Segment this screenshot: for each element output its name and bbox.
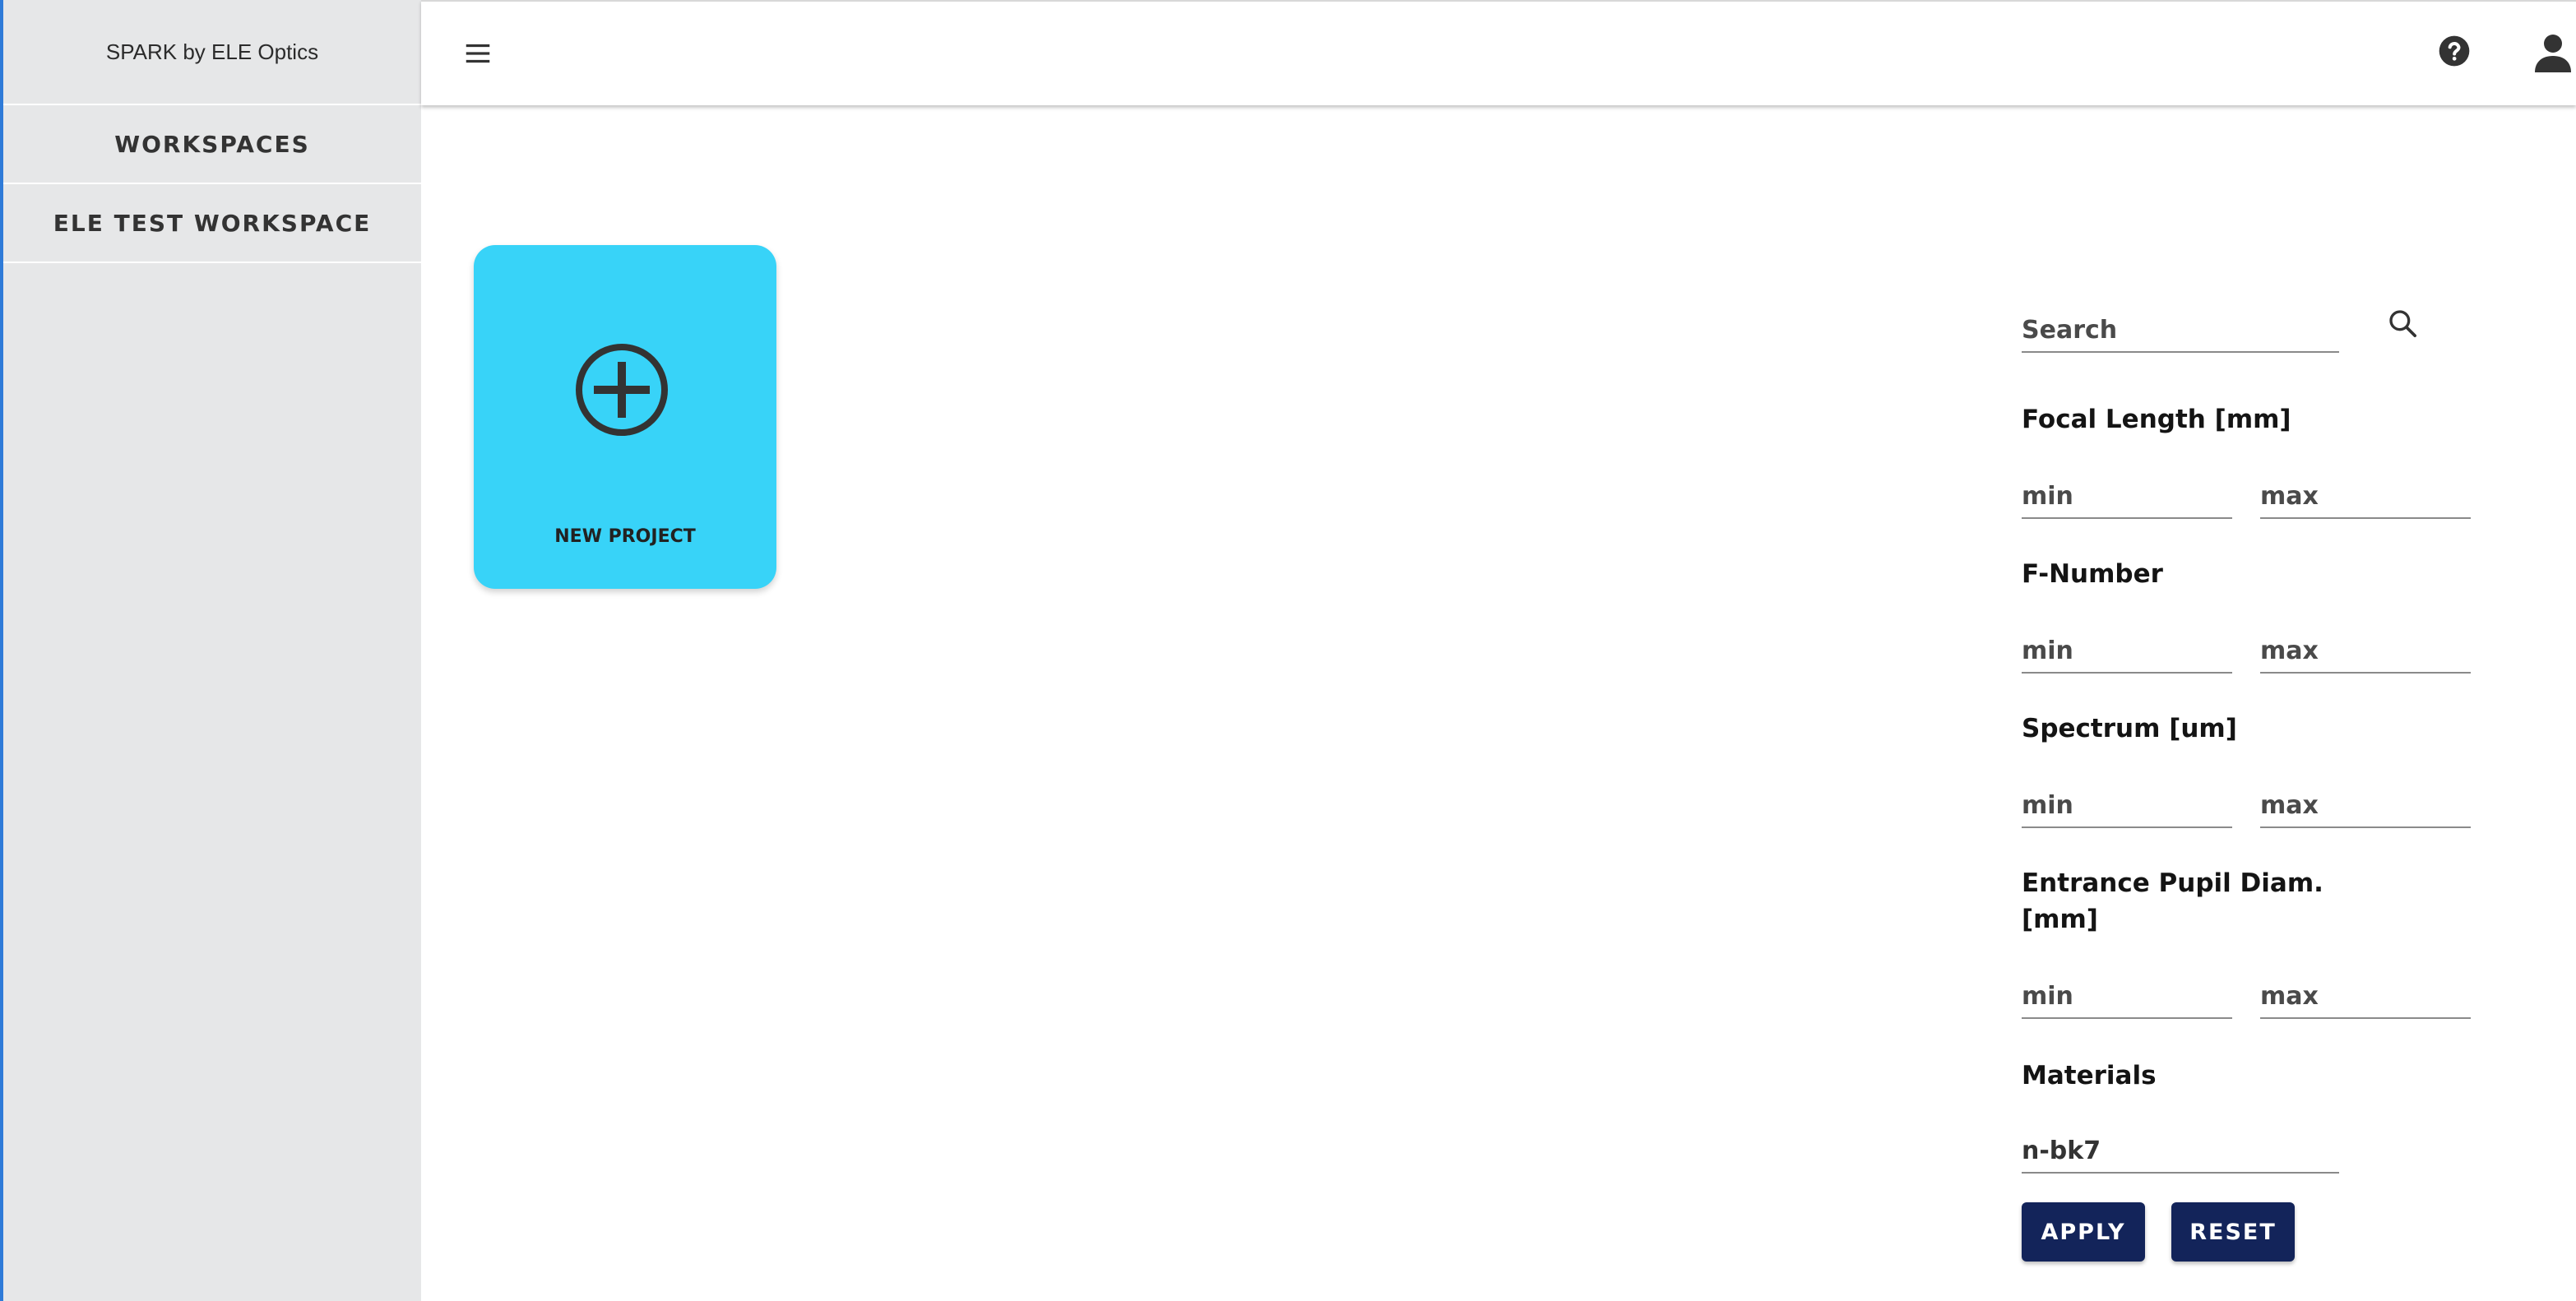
sidebar-item-ele-test-workspace[interactable]: ELE TEST WORKSPACE	[3, 184, 421, 263]
help-icon[interactable]	[2438, 35, 2471, 67]
sidebar-item-workspaces[interactable]: WORKSPACES	[3, 105, 421, 184]
entrance-pupil-label-line1: Entrance Pupil Diam.	[2022, 868, 2323, 898]
reset-button[interactable]: RESET	[2171, 1202, 2295, 1262]
materials-input[interactable]	[2022, 1137, 2339, 1172]
focal-length-min-field	[2022, 482, 2232, 519]
spectrum-min-field	[2022, 791, 2232, 828]
brand-title: SPARK by ELE Optics	[3, 0, 421, 105]
new-project-card[interactable]: NEW PROJECT	[474, 245, 776, 589]
search-input[interactable]	[2022, 316, 2339, 351]
spectrum-max-field	[2260, 791, 2471, 828]
plus-circle-icon	[576, 344, 668, 436]
f-number-label: F-Number	[2022, 559, 2163, 589]
materials-label: Materials	[2022, 1061, 2157, 1090]
focal-length-min-input[interactable]	[2022, 482, 2232, 517]
top-app-bar	[421, 0, 2576, 105]
f-number-min-field	[2022, 637, 2232, 674]
focal-length-max-input[interactable]	[2260, 482, 2471, 517]
entrance-pupil-max-field	[2260, 982, 2471, 1019]
search-icon[interactable]	[2387, 308, 2420, 340]
sidebar: SPARK by ELE Optics WORKSPACES ELE TEST …	[3, 0, 421, 1301]
f-number-min-input[interactable]	[2022, 637, 2232, 672]
entrance-pupil-max-input[interactable]	[2260, 982, 2471, 1017]
menu-icon[interactable]	[462, 38, 493, 69]
spectrum-max-input[interactable]	[2260, 791, 2471, 826]
spectrum-min-input[interactable]	[2022, 791, 2232, 826]
user-icon[interactable]	[2535, 33, 2571, 72]
focal-length-max-field	[2260, 482, 2471, 519]
search-field	[2022, 316, 2339, 353]
entrance-pupil-min-field	[2022, 982, 2232, 1019]
apply-button[interactable]: APPLY	[2022, 1202, 2145, 1262]
f-number-max-field	[2260, 637, 2471, 674]
new-project-label: NEW PROJECT	[554, 526, 696, 547]
spectrum-label: Spectrum [um]	[2022, 714, 2237, 743]
focal-length-label: Focal Length [mm]	[2022, 405, 2291, 434]
materials-field	[2022, 1137, 2339, 1174]
entrance-pupil-label-line2: [mm]	[2022, 905, 2098, 934]
entrance-pupil-min-input[interactable]	[2022, 982, 2232, 1017]
f-number-max-input[interactable]	[2260, 637, 2471, 672]
